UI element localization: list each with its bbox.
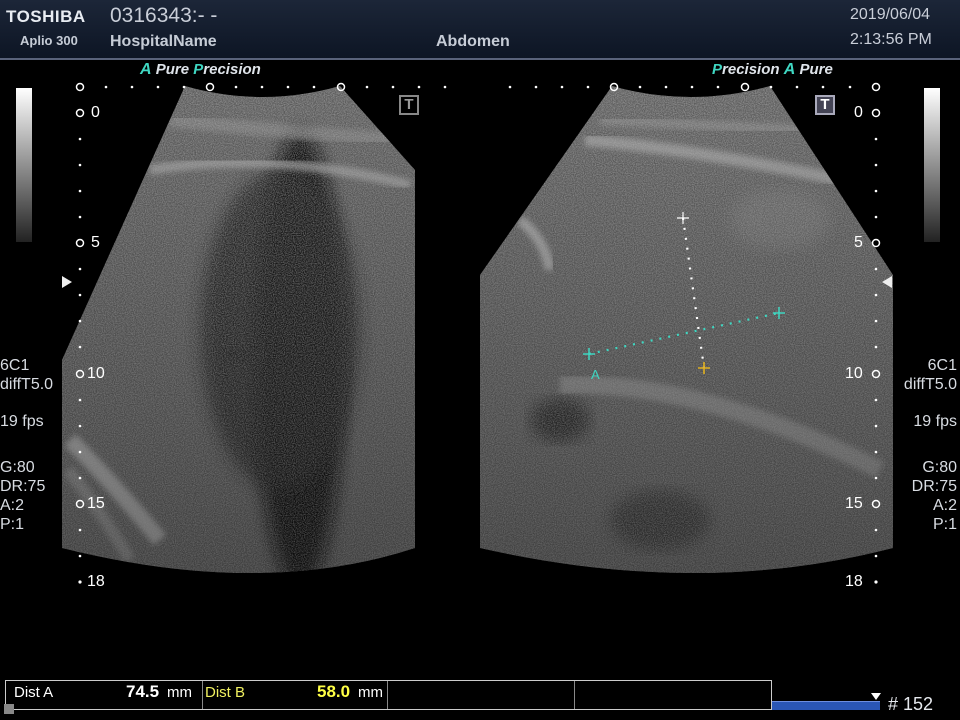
left-a-setting: A:2 <box>0 497 25 514</box>
dist-b-unit: mm <box>358 684 383 701</box>
caliper-a-label: A <box>591 367 600 382</box>
right-fps: 19 fps <box>913 413 957 430</box>
measurement-results: Dist A 74.5 mm Dist B 58.0 mm <box>5 680 772 710</box>
dist-a-unit: mm <box>167 684 192 701</box>
left-depth-10: 10 <box>87 365 105 382</box>
left-probe-info: 6C1 diffT5.0 <box>0 356 53 394</box>
right-ultrasound-image <box>480 86 893 573</box>
left-preset: diffT5.0 <box>0 376 54 393</box>
right-focus-marker[interactable] <box>882 276 892 288</box>
left-depth-0: 0 <box>91 104 100 121</box>
right-preset: diffT5.0 <box>903 376 957 393</box>
dist-b-cell: Dist B 58.0 mm <box>203 681 388 709</box>
cine-position-marker[interactable] <box>871 693 881 700</box>
right-depth-15: 15 <box>845 495 863 512</box>
left-depth-5: 5 <box>91 234 100 251</box>
left-focus-marker[interactable] <box>62 276 72 288</box>
empty-cell-2 <box>575 681 770 709</box>
right-gain: G:80 <box>922 459 957 476</box>
left-image-params: G:80 DR:75 A:2 P:1 <box>0 458 45 534</box>
cine-progress-bar[interactable] <box>772 701 880 710</box>
dist-b-value: 58.0 <box>317 682 351 701</box>
dist-a-value: 74.5 <box>126 682 160 701</box>
right-top-scale <box>508 82 881 92</box>
frame-number: # 152 <box>888 694 934 714</box>
left-depth-18: 18 <box>87 573 105 590</box>
right-depth-5: 5 <box>854 234 863 251</box>
left-ultrasound-image <box>62 86 415 573</box>
right-probe: 6C1 <box>927 357 957 374</box>
dist-a-cell: Dist A 74.5 mm <box>6 681 203 709</box>
dist-a-label: Dist A <box>14 684 54 701</box>
dist-b-label: Dist B <box>205 684 246 701</box>
right-depth-0: 0 <box>854 104 863 121</box>
right-dynamic-range: DR:75 <box>911 478 957 495</box>
left-depth-15: 15 <box>87 495 105 512</box>
left-fps: 19 fps <box>0 413 44 430</box>
right-a-setting: A:2 <box>932 497 957 514</box>
cine-indicator-box <box>4 704 14 714</box>
left-top-scale <box>75 82 447 92</box>
right-probe-info: 6C1 diffT5.0 <box>904 356 957 394</box>
right-p-setting: P:1 <box>932 516 957 533</box>
left-transmit-icon[interactable]: T <box>399 95 419 115</box>
right-depth-10: 10 <box>845 365 863 382</box>
right-transmit-icon[interactable]: T <box>815 95 835 115</box>
left-p-setting: P:1 <box>0 516 25 533</box>
right-image-params: G:80 DR:75 A:2 P:1 <box>912 458 957 534</box>
left-dynamic-range: DR:75 <box>0 478 46 495</box>
empty-cell-1 <box>388 681 575 709</box>
left-gain: G:80 <box>0 459 35 476</box>
left-probe: 6C1 <box>0 357 30 374</box>
right-depth-18: 18 <box>845 573 863 590</box>
